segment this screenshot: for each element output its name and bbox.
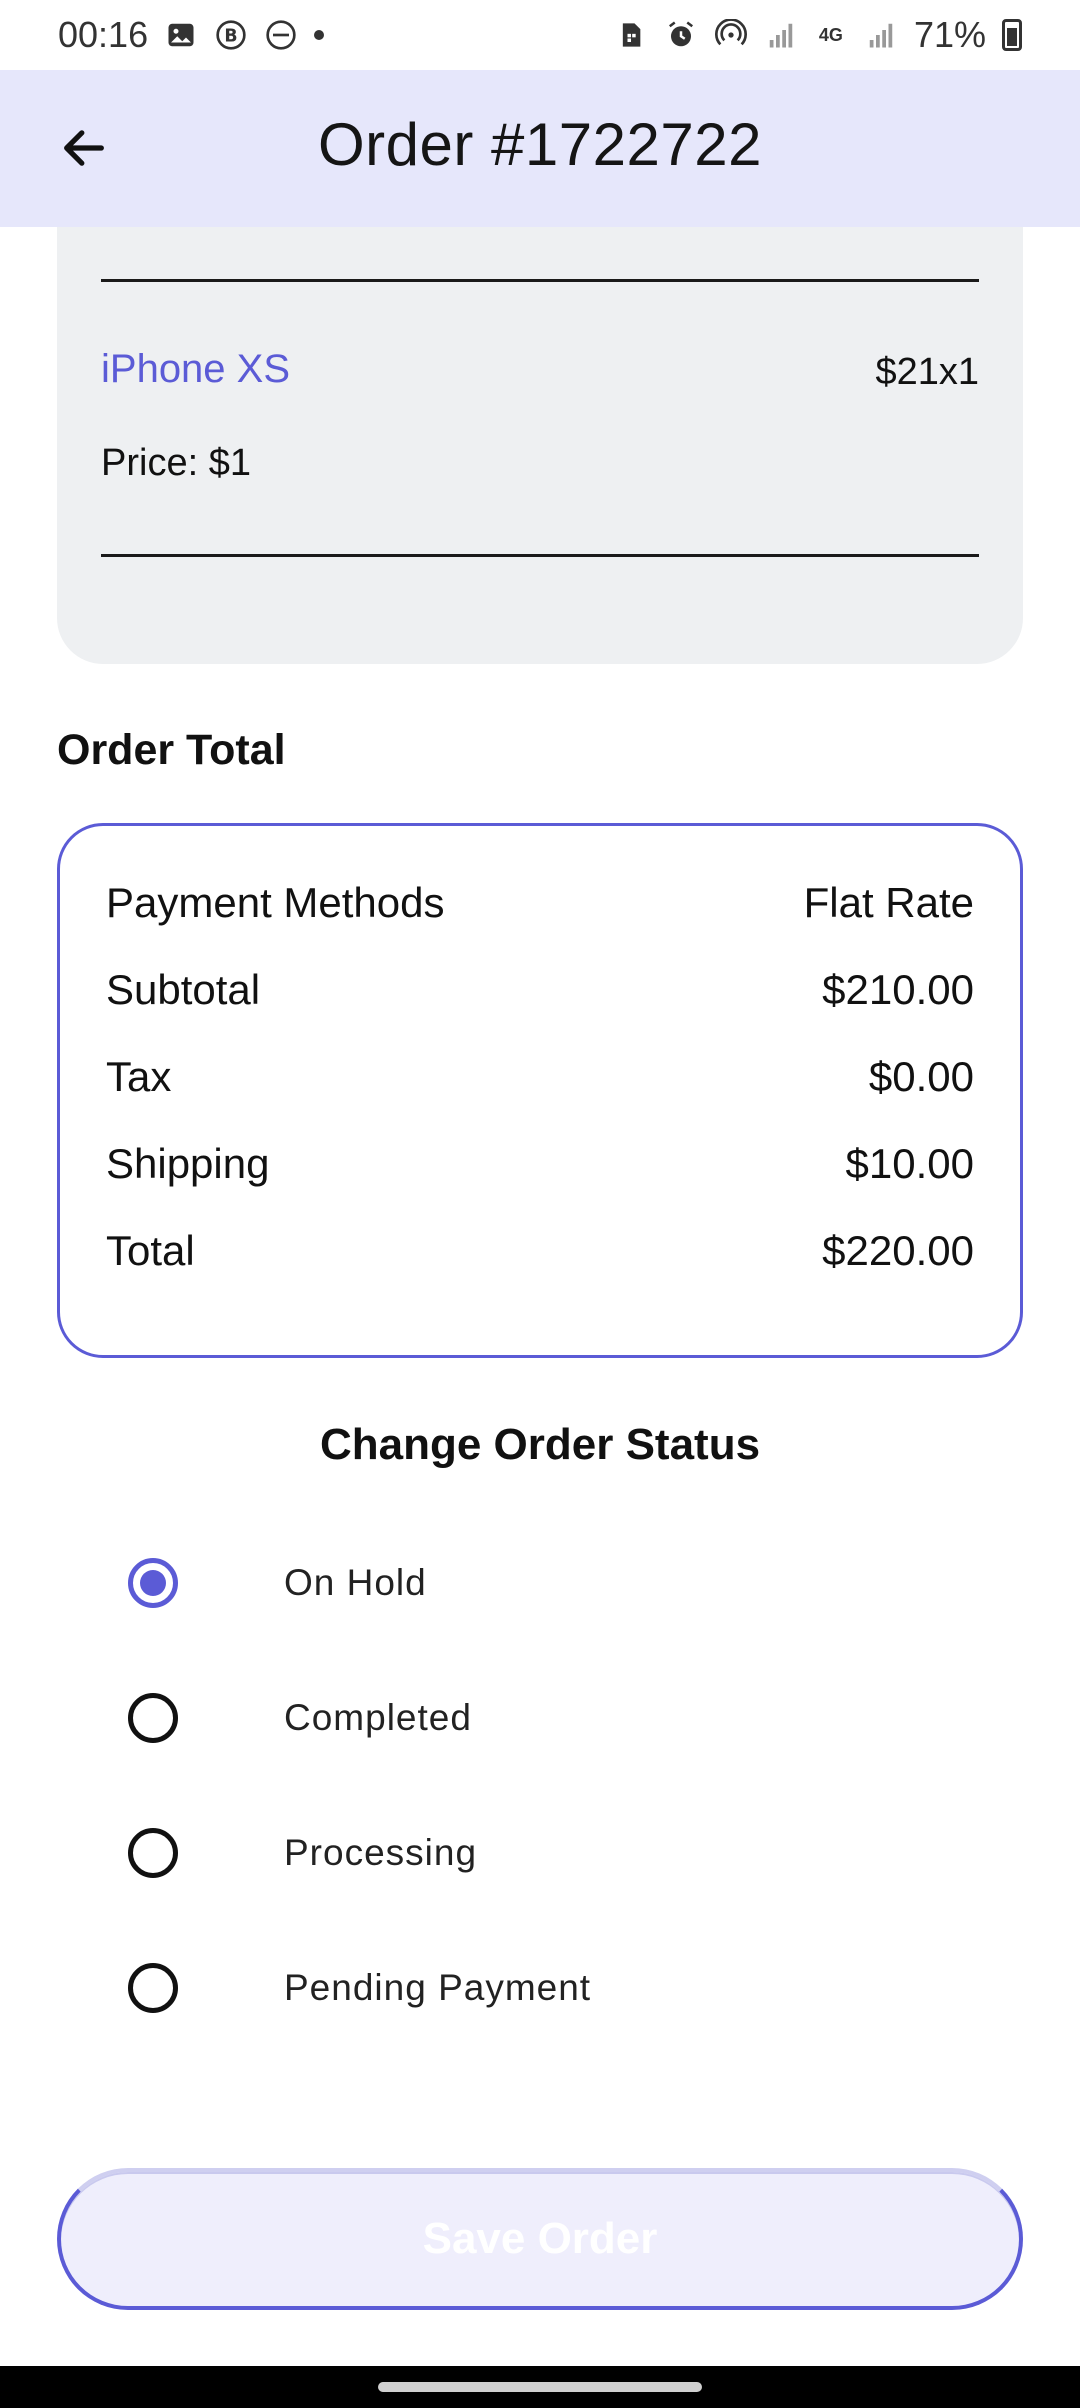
signal-icon bbox=[864, 18, 898, 52]
status-option-label: Pending Payment bbox=[284, 1967, 592, 2008]
save-order-button[interactable]: Save Order bbox=[57, 2168, 1023, 2310]
order-detail-screen: 00:16 B 4G 71% Order #1722722 iPhone XS … bbox=[0, 0, 1080, 2408]
total-row-shipping: Shipping $10.00 bbox=[106, 1134, 974, 1194]
image-icon bbox=[164, 18, 198, 52]
total-row-subtotal: Subtotal $210.00 bbox=[106, 960, 974, 1020]
battery-icon bbox=[1002, 19, 1022, 51]
page-title: Order #1722722 bbox=[318, 111, 762, 178]
app-bar: Order #1722722 bbox=[0, 70, 1080, 227]
product-card: iPhone XS $21x1 Price: $1 bbox=[57, 227, 1023, 664]
battery-percent: 71% bbox=[913, 14, 986, 55]
dot-icon bbox=[314, 30, 325, 40]
status-bar-right: 4G 71% bbox=[614, 14, 1022, 56]
radio-button[interactable] bbox=[128, 1693, 178, 1743]
order-total-title: Order Total bbox=[57, 726, 286, 774]
alarm-icon bbox=[664, 18, 698, 52]
sim-icon bbox=[614, 18, 648, 52]
status-bar-left: 00:16 B bbox=[58, 14, 325, 56]
row-label: Payment Methods bbox=[106, 879, 445, 926]
b-circle-icon: B bbox=[214, 18, 248, 52]
status-option-completed[interactable]: Completed bbox=[128, 1673, 948, 1763]
4g-icon: 4G bbox=[818, 24, 843, 45]
dnd-icon bbox=[264, 18, 298, 52]
row-label: Total bbox=[106, 1227, 195, 1274]
radio-button[interactable] bbox=[128, 1558, 178, 1608]
status-option-label: On Hold bbox=[284, 1562, 427, 1603]
status-time: 00:16 bbox=[58, 14, 149, 55]
radio-button[interactable] bbox=[128, 1828, 178, 1878]
system-nav-bar bbox=[0, 2366, 1080, 2408]
product-name[interactable]: iPhone XS bbox=[101, 347, 290, 392]
radio-button[interactable] bbox=[128, 1963, 178, 2013]
row-value: $210.00 bbox=[822, 966, 974, 1013]
row-label: Subtotal bbox=[106, 966, 261, 1013]
change-status-title: Change Order Status bbox=[319, 1420, 761, 1469]
row-value: Flat Rate bbox=[803, 879, 974, 926]
row-value: $0.00 bbox=[868, 1053, 974, 1100]
row-label: Shipping bbox=[106, 1140, 270, 1187]
status-option-processing[interactable]: Processing bbox=[128, 1808, 948, 1898]
svg-text:B: B bbox=[224, 27, 237, 47]
status-option-label: Processing bbox=[284, 1832, 478, 1873]
hotspot-icon bbox=[714, 18, 748, 52]
status-option-on-hold[interactable]: On Hold bbox=[128, 1538, 948, 1628]
total-row-total: Total $220.00 bbox=[106, 1221, 974, 1281]
divider bbox=[101, 554, 979, 557]
row-value: $10.00 bbox=[845, 1140, 974, 1187]
row-value: $220.00 bbox=[822, 1227, 974, 1274]
product-quantity: $21x1 bbox=[875, 351, 979, 393]
signal-icon bbox=[764, 18, 798, 52]
status-option-pending-payment[interactable]: Pending Payment bbox=[128, 1943, 948, 2033]
total-row-payment: Payment Methods Flat Rate bbox=[106, 873, 974, 933]
home-handle[interactable] bbox=[378, 2382, 702, 2392]
row-label: Tax bbox=[106, 1053, 172, 1100]
divider bbox=[101, 279, 979, 282]
product-price: Price: $1 bbox=[101, 442, 251, 484]
order-total-box: Payment Methods Flat Rate Subtotal $210.… bbox=[57, 823, 1023, 1358]
total-row-tax: Tax $0.00 bbox=[106, 1047, 974, 1107]
status-option-label: Completed bbox=[284, 1697, 472, 1738]
status-bar: 00:16 B 4G 71% bbox=[0, 0, 1080, 70]
save-order-label: Save Order bbox=[422, 2214, 658, 2263]
